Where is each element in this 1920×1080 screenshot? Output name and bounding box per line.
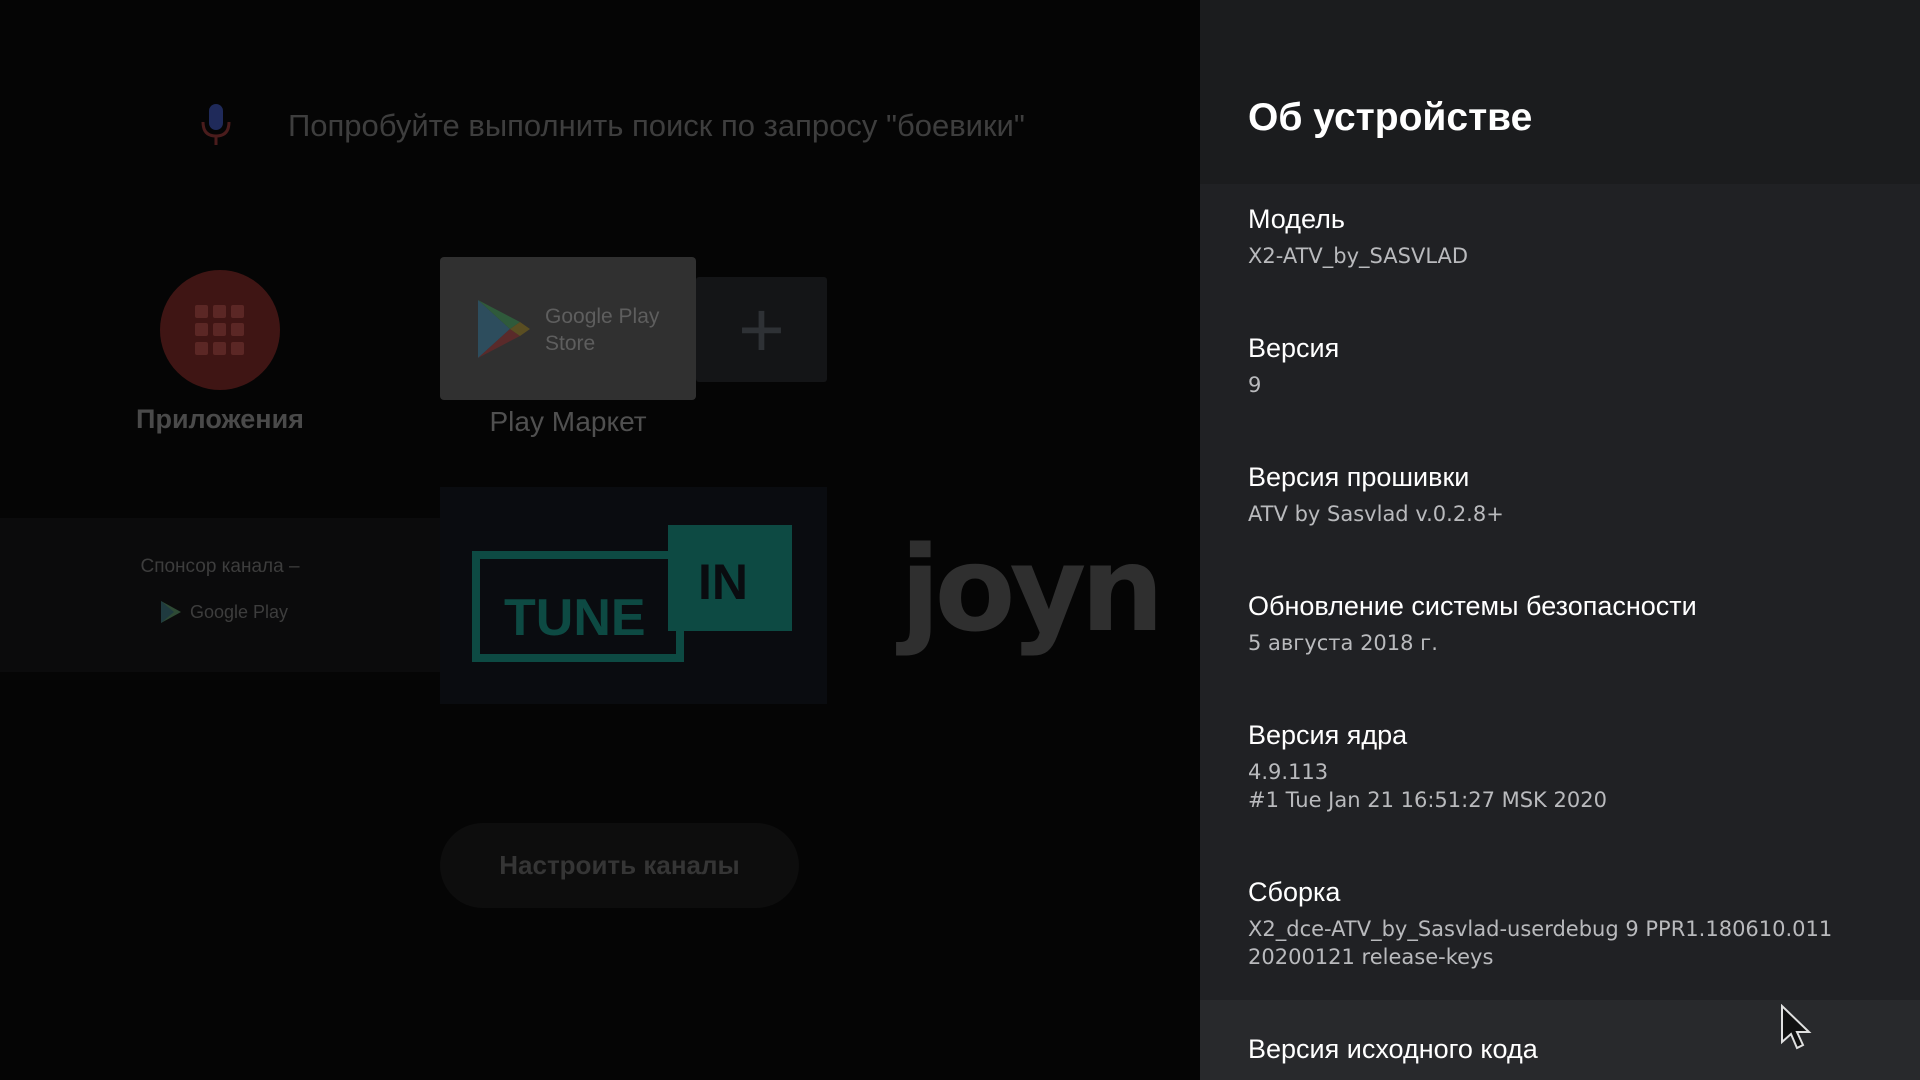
launcher-background: Попробуйте выполнить поиск по запросу "б… <box>0 0 1200 1080</box>
tunein-word1: TUNE <box>504 589 646 647</box>
panel-title: Об устройстве <box>1248 96 1533 139</box>
item-value: X2_dce-ATV_by_Sasvlad-userdebug 9 PPR1.1… <box>1248 917 1833 969</box>
play-store-tile-text: Google Play Store <box>545 303 659 357</box>
google-play-icon <box>478 300 530 358</box>
panel-header: Об устройстве <box>1200 0 1920 184</box>
item-label: Сборка <box>1248 877 1341 907</box>
item-label: Версия <box>1248 333 1340 363</box>
settings-item-version[interactable]: Версия 9 <box>1248 331 1888 399</box>
tunein-tile[interactable]: TUNE IN <box>440 487 827 704</box>
search-hint[interactable]: Попробуйте выполнить поиск по запросу "б… <box>288 108 1025 144</box>
google-play-icon <box>161 601 181 623</box>
tunein-word2: IN <box>698 554 748 610</box>
play-store-line2: Store <box>545 332 596 355</box>
settings-item-kernel[interactable]: Версия ядра 4.9.113 #1 Tue Jan 21 16:51:… <box>1248 718 1888 814</box>
apps-button[interactable] <box>160 270 280 390</box>
play-store-label: Play Маркет <box>489 406 647 437</box>
about-device-panel: Об устройстве Модель X2-ATV_by_SASVLAD В… <box>1200 0 1920 1080</box>
play-store-tile[interactable]: Google Play Store <box>440 257 696 400</box>
sponsor-row <box>0 518 440 672</box>
settings-item-build[interactable]: Сборка X2_dce-ATV_by_Sasvlad-userdebug 9… <box>1248 875 1888 971</box>
joyn-tile[interactable]: joyn <box>900 520 1164 658</box>
settings-item-security-patch[interactable]: Обновление системы безопасности 5 август… <box>1248 589 1888 657</box>
sponsor-logo-text: Google Play <box>190 601 289 622</box>
mouse-cursor-icon <box>1781 1004 1812 1050</box>
settings-item-model[interactable]: Модель X2-ATV_by_SASVLAD <box>1248 202 1888 270</box>
item-label: Модель <box>1248 204 1345 234</box>
tunein-logo: TUNE IN <box>472 525 792 662</box>
sponsor-logo: Google Play <box>160 600 288 624</box>
item-label: Обновление системы безопасности <box>1248 591 1697 621</box>
item-label: Версия ядра <box>1248 720 1408 750</box>
item-value: X2-ATV_by_SASVLAD <box>1248 244 1469 268</box>
item-label: Версия прошивки <box>1248 462 1470 492</box>
apps-grid-icon <box>195 305 245 355</box>
plus-icon: + <box>738 285 785 374</box>
add-app-tile[interactable]: + <box>696 277 827 382</box>
item-value: 5 августа 2018 г. <box>1248 631 1438 655</box>
item-value: 4.9.113 #1 Tue Jan 21 16:51:27 MSK 2020 <box>1248 760 1607 812</box>
item-value: ATV by Sasvlad v.0.2.8+ <box>1248 502 1504 526</box>
mic-icon[interactable] <box>196 102 236 150</box>
settings-item-firmware[interactable]: Версия прошивки ATV by Sasvlad v.0.2.8+ <box>1248 460 1888 528</box>
apps-label: Приложения <box>136 404 304 434</box>
customize-channels-button[interactable]: Настроить каналы <box>440 823 799 908</box>
item-value: 9 <box>1248 373 1262 397</box>
sponsor-title: Спонсор канала – <box>140 556 300 577</box>
play-store-line1: Google Play <box>545 305 660 328</box>
